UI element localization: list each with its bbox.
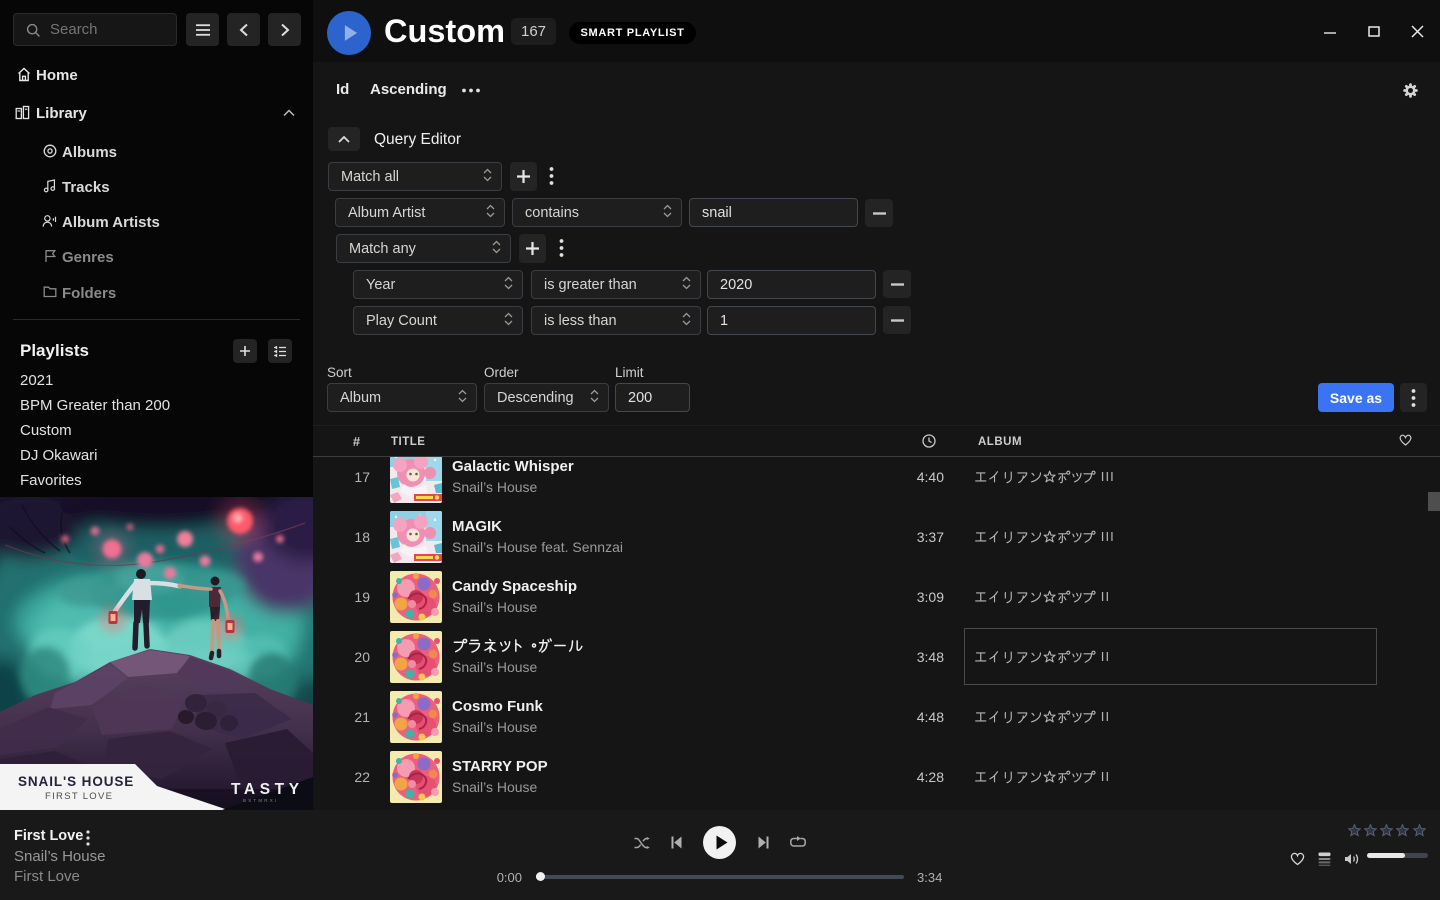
svg-text:I: I bbox=[1105, 709, 1109, 724]
svg-text:BSTMRXI: BSTMRXI bbox=[243, 798, 278, 803]
svg-text:I: I bbox=[1101, 709, 1105, 724]
svg-text:I: I bbox=[1101, 769, 1105, 784]
svg-text:I: I bbox=[1101, 589, 1105, 604]
svg-text:SNAIL'S HOUSE: SNAIL'S HOUSE bbox=[18, 774, 134, 789]
svg-text:I: I bbox=[1105, 469, 1109, 484]
svg-text:I: I bbox=[1101, 469, 1105, 484]
svg-text:I: I bbox=[1105, 529, 1109, 544]
svg-text:I: I bbox=[1110, 469, 1114, 484]
svg-text:TASTY: TASTY bbox=[231, 781, 304, 798]
svg-text:FIRST LOVE: FIRST LOVE bbox=[45, 791, 113, 802]
svg-text:I: I bbox=[1105, 589, 1109, 604]
svg-text:I: I bbox=[1105, 769, 1109, 784]
svg-text:I: I bbox=[1101, 529, 1105, 544]
svg-text:I: I bbox=[1110, 529, 1114, 544]
